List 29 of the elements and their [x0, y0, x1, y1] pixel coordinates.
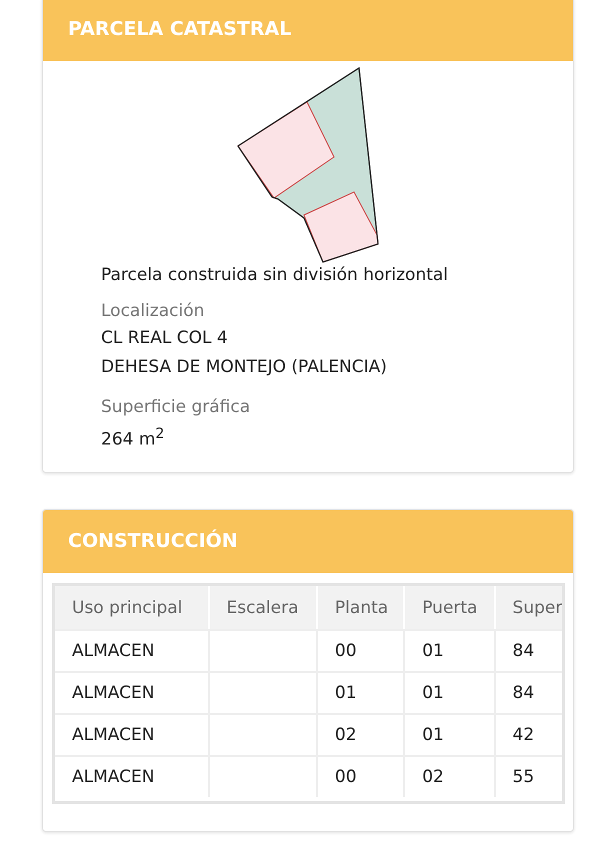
- table-cell: ALMACEN: [55, 713, 210, 755]
- table-cell: 02: [318, 713, 406, 755]
- section-title: CONSTRUCCIÓN: [43, 510, 573, 573]
- field-label: Localización: [101, 300, 206, 322]
- section-title: PARCELA CATASTRAL: [43, 0, 573, 61]
- table-cell: 01: [318, 671, 406, 713]
- field-label: Superficie gráfica: [101, 396, 252, 418]
- table-cell: 00: [318, 629, 406, 671]
- column-header: Puerta: [405, 586, 496, 629]
- parcel-type-text: Parcela construida sin división horizontal: [101, 264, 450, 286]
- table-cell: 84: [496, 629, 562, 671]
- table-cell: 55: [496, 755, 562, 797]
- table-cell: ALMACEN: [55, 671, 210, 713]
- table-cell: 01: [405, 629, 496, 671]
- table-cell: 00: [318, 755, 406, 797]
- table-cell: 01: [405, 671, 496, 713]
- table-cell: ALMACEN: [55, 755, 210, 797]
- field-value: DEHESA DE MONTEJO (PALENCIA): [101, 356, 388, 379]
- table-cell: 01: [405, 713, 496, 755]
- table-cell: 42: [496, 713, 562, 755]
- column-header: Planta: [318, 586, 406, 629]
- field-value: CL REAL COL 4: [101, 327, 229, 350]
- field-value: 264 m$^{2}$: [101, 425, 166, 452]
- table-cell: 02: [405, 755, 496, 797]
- column-header: Uso principal: [55, 586, 210, 629]
- column-header: Escalera: [210, 586, 318, 629]
- table-cell: 84: [496, 671, 562, 713]
- table-cell: ALMACEN: [55, 629, 210, 671]
- column-header: Super: [496, 586, 562, 629]
